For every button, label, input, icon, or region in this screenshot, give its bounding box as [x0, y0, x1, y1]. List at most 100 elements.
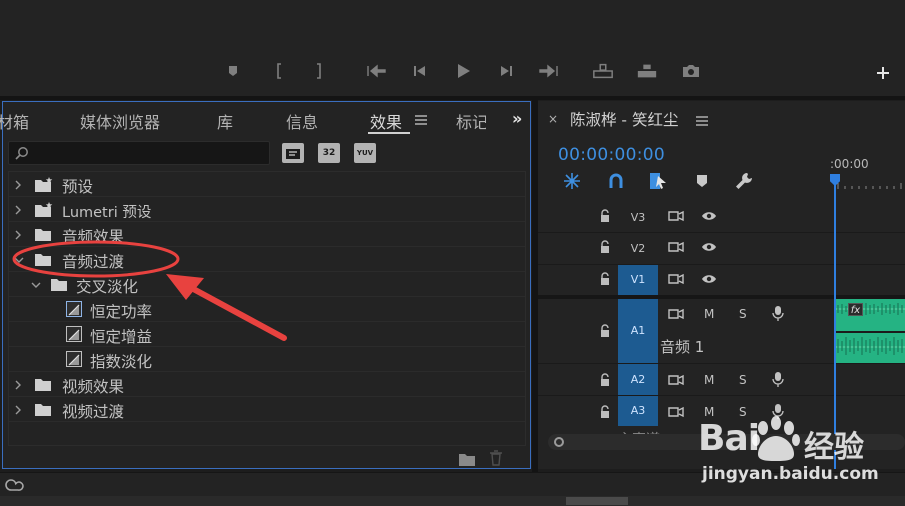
tab-menu-icon[interactable]: [415, 111, 427, 130]
horizontal-scrollbar[interactable]: [0, 496, 905, 506]
lock-icon[interactable]: [600, 323, 610, 342]
tree-item-label: 恒定增益: [90, 328, 153, 346]
solo-button[interactable]: S: [739, 405, 747, 419]
close-icon[interactable]: ×: [548, 112, 558, 126]
tree-item-audio-transitions[interactable]: 音频过渡: [9, 247, 525, 272]
tab-menu-icon[interactable]: [696, 112, 708, 131]
microphone-icon[interactable]: [772, 371, 784, 390]
search-input[interactable]: [35, 144, 265, 162]
play-icon[interactable]: [452, 58, 474, 84]
eye-icon[interactable]: [701, 241, 717, 256]
audio-clip[interactable]: fx: [836, 299, 905, 363]
snap-icon[interactable]: [562, 171, 582, 191]
marker-icon[interactable]: [692, 171, 712, 191]
mark-in-icon[interactable]: [268, 58, 290, 84]
lock-icon[interactable]: [600, 208, 610, 227]
tree-item-constant-gain[interactable]: 恒定增益: [9, 322, 525, 347]
tab-bins[interactable]: 材箱: [0, 109, 29, 133]
sync-lock-icon[interactable]: [668, 374, 684, 389]
tab-effects[interactable]: 效果: [370, 109, 402, 133]
track-label[interactable]: V3: [618, 211, 658, 224]
chevron-down-icon[interactable]: [13, 252, 25, 266]
export-frame-icon[interactable]: [680, 58, 702, 84]
track-target-a1[interactable]: A1: [618, 299, 658, 363]
tab-markers[interactable]: 标记: [456, 109, 486, 133]
32bit-color-icon[interactable]: 32: [318, 143, 340, 163]
lock-icon[interactable]: [600, 239, 610, 258]
mark-out-icon[interactable]: [308, 58, 330, 84]
lock-icon[interactable]: [600, 271, 610, 290]
tree-item-video-transitions[interactable]: 视频过渡: [9, 397, 525, 422]
folder-icon: [50, 277, 68, 291]
tree-item-exponential-fade[interactable]: 指数淡化: [9, 347, 525, 372]
tree-item-audio-effects[interactable]: 音频效果: [9, 222, 525, 247]
timecode-display[interactable]: 00:00:00:00: [558, 145, 665, 165]
time-ruler[interactable]: [834, 179, 905, 189]
chevron-down-icon[interactable]: [30, 277, 42, 291]
track-target-a2[interactable]: A2: [618, 364, 658, 395]
tree-item-label: 恒定功率: [90, 303, 153, 321]
status-bar: [0, 472, 905, 496]
creative-cloud-icon[interactable]: [4, 477, 24, 497]
sync-lock-icon[interactable]: [668, 273, 684, 288]
mute-button[interactable]: M: [704, 405, 714, 419]
chevron-right-icon[interactable]: [13, 402, 25, 416]
chevron-right-icon[interactable]: [13, 377, 25, 391]
accelerated-effects-icon[interactable]: [282, 143, 304, 163]
sync-lock-icon[interactable]: [668, 308, 684, 323]
tab-overflow-icon[interactable]: »: [512, 109, 522, 128]
panel-divider[interactable]: [0, 96, 905, 100]
sync-lock-icon[interactable]: [668, 210, 684, 225]
chevron-right-icon[interactable]: [13, 202, 25, 216]
tab-info[interactable]: 信息: [286, 109, 318, 133]
solo-button[interactable]: S: [739, 373, 747, 387]
solo-button[interactable]: S: [739, 307, 747, 321]
playhead-line[interactable]: [834, 181, 836, 469]
step-forward-icon[interactable]: [496, 58, 518, 84]
eye-icon[interactable]: [701, 273, 717, 288]
mute-button[interactable]: M: [704, 307, 714, 321]
lock-icon[interactable]: [600, 404, 610, 423]
eye-icon[interactable]: [701, 210, 717, 225]
tab-media-browser[interactable]: 媒体浏览器: [80, 109, 160, 133]
tree-item-constant-power[interactable]: 恒定功率: [9, 297, 525, 322]
folder-icon: [34, 377, 52, 391]
step-back-icon[interactable]: [408, 58, 430, 84]
tree-item-presets[interactable]: 预设: [9, 172, 525, 197]
track-v3: V3: [538, 202, 834, 232]
add-marker-icon[interactable]: [222, 58, 244, 84]
lock-icon[interactable]: [600, 372, 610, 391]
tree-item-crossfade[interactable]: 交叉淡化: [9, 272, 525, 297]
sync-lock-icon[interactable]: [668, 241, 684, 256]
track-target-a3[interactable]: A3: [618, 396, 658, 426]
add-button-icon[interactable]: [872, 60, 894, 86]
zoom-handle[interactable]: [554, 437, 564, 447]
go-to-out-icon[interactable]: [538, 58, 560, 84]
new-bin-icon[interactable]: [458, 452, 476, 471]
scrollbar-thumb[interactable]: [566, 497, 628, 505]
go-to-in-icon[interactable]: [365, 58, 387, 84]
tree-item-lumetri-presets[interactable]: Lumetri 预设: [9, 197, 525, 222]
mute-button[interactable]: M: [704, 373, 714, 387]
yuv-effects-icon[interactable]: YUV: [354, 143, 376, 163]
transition-icon: [66, 326, 82, 342]
extract-icon[interactable]: [636, 58, 658, 84]
sync-lock-icon[interactable]: [668, 406, 684, 421]
chevron-right-icon[interactable]: [13, 227, 25, 241]
tab-libraries[interactable]: 库: [217, 109, 233, 133]
effects-search[interactable]: [8, 141, 270, 165]
audio-track-name[interactable]: 音频 1: [660, 336, 704, 357]
trash-icon[interactable]: [489, 450, 503, 470]
add-marker-icon[interactable]: [648, 171, 668, 191]
chevron-right-icon[interactable]: [13, 177, 25, 191]
wrench-icon[interactable]: [734, 171, 754, 191]
track-target-v1[interactable]: V1: [618, 265, 658, 295]
tree-item-video-effects[interactable]: 视频效果: [9, 372, 525, 397]
linked-selection-icon[interactable]: [606, 171, 626, 191]
lift-icon[interactable]: [592, 58, 614, 84]
microphone-icon[interactable]: [772, 305, 784, 324]
track-label[interactable]: V2: [618, 242, 658, 255]
microphone-icon[interactable]: [772, 403, 784, 422]
sequence-title[interactable]: 陈淑桦 - 笑红尘: [570, 108, 678, 130]
timeline-zoom-scrollbar[interactable]: [548, 434, 905, 450]
